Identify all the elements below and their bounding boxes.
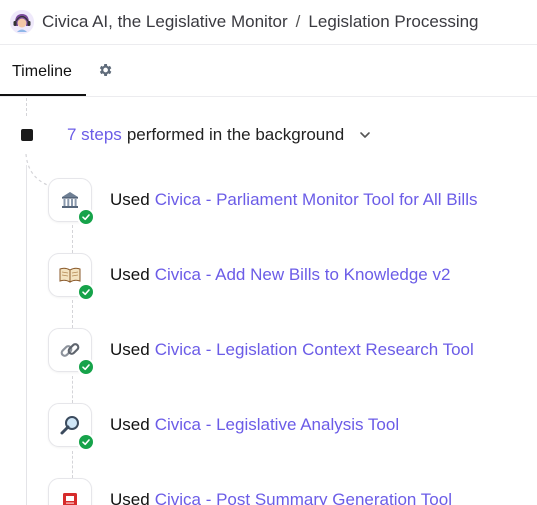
background-steps-toggle[interactable]: 7 steps performed in the background	[67, 122, 372, 148]
used-label: Used	[110, 415, 150, 434]
timeline-step[interactable]: Used Civica - Add New Bills to Knowledge …	[48, 252, 450, 301]
check-icon	[77, 208, 95, 226]
step-connector	[72, 376, 73, 403]
tab-bar: Timeline	[0, 50, 116, 96]
red-page-icon	[48, 478, 92, 505]
chevron-down-icon[interactable]	[358, 128, 372, 142]
tool-link[interactable]: Civica - Legislation Context Research To…	[155, 340, 474, 359]
breadcrumb-page: Legislation Processing	[308, 12, 479, 31]
step-label: Used Civica - Add New Bills to Knowledge …	[110, 265, 450, 285]
step-label: Used Civica - Legislation Context Researc…	[110, 340, 474, 360]
check-icon	[77, 283, 95, 301]
avatar-icon[interactable]	[10, 10, 34, 34]
magnifier-icon	[48, 403, 95, 451]
gear-icon[interactable]	[94, 59, 116, 81]
stop-icon[interactable]	[21, 129, 33, 141]
check-icon	[77, 358, 95, 376]
open-book-icon	[48, 253, 95, 301]
tab-timeline[interactable]: Timeline	[0, 50, 86, 96]
header-divider	[0, 44, 537, 45]
timeline-step[interactable]: Used Civica - Post Summary Generation Too…	[48, 477, 452, 505]
timeline-step[interactable]: Used Civica - Legislation Context Researc…	[48, 327, 474, 376]
classical-building-icon	[48, 178, 95, 226]
step-label: Used Civica - Post Summary Generation Too…	[110, 490, 452, 505]
breadcrumb-separator: /	[295, 12, 301, 31]
step-connector	[72, 225, 73, 253]
tool-link[interactable]: Civica - Add New Bills to Knowledge v2	[155, 265, 451, 284]
step-label: Used Civica - Legislative Analysis Tool	[110, 415, 399, 435]
steps-summary: performed in the background	[126, 125, 345, 144]
used-label: Used	[110, 490, 150, 505]
breadcrumb: Civica AI, the Legislative Monitor / Leg…	[0, 0, 537, 44]
step-connector	[72, 300, 73, 328]
step-connector	[72, 451, 73, 478]
tool-link[interactable]: Civica - Legislative Analysis Tool	[155, 415, 399, 434]
link-icon	[48, 328, 95, 376]
page: Civica AI, the Legislative Monitor / Leg…	[0, 0, 537, 505]
used-label: Used	[110, 265, 150, 284]
timeline-step[interactable]: Used Civica - Legislative Analysis Tool	[48, 402, 399, 451]
tabs-divider	[0, 96, 537, 97]
step-label: Used Civica - Parliament Monitor Tool for…	[110, 190, 477, 210]
steps-count[interactable]: 7 steps	[67, 125, 122, 145]
check-icon	[77, 433, 95, 451]
timeline-connector	[26, 98, 27, 116]
sub-timeline-line	[26, 165, 27, 505]
tool-link[interactable]: Civica - Parliament Monitor Tool for All…	[155, 190, 478, 209]
used-label: Used	[110, 340, 150, 359]
timeline-step[interactable]: Used Civica - Parliament Monitor Tool for…	[48, 177, 477, 226]
used-label: Used	[110, 190, 150, 209]
tool-link[interactable]: Civica - Post Summary Generation Tool	[155, 490, 452, 505]
breadcrumb-app-name[interactable]: Civica AI, the Legislative Monitor	[42, 12, 288, 32]
